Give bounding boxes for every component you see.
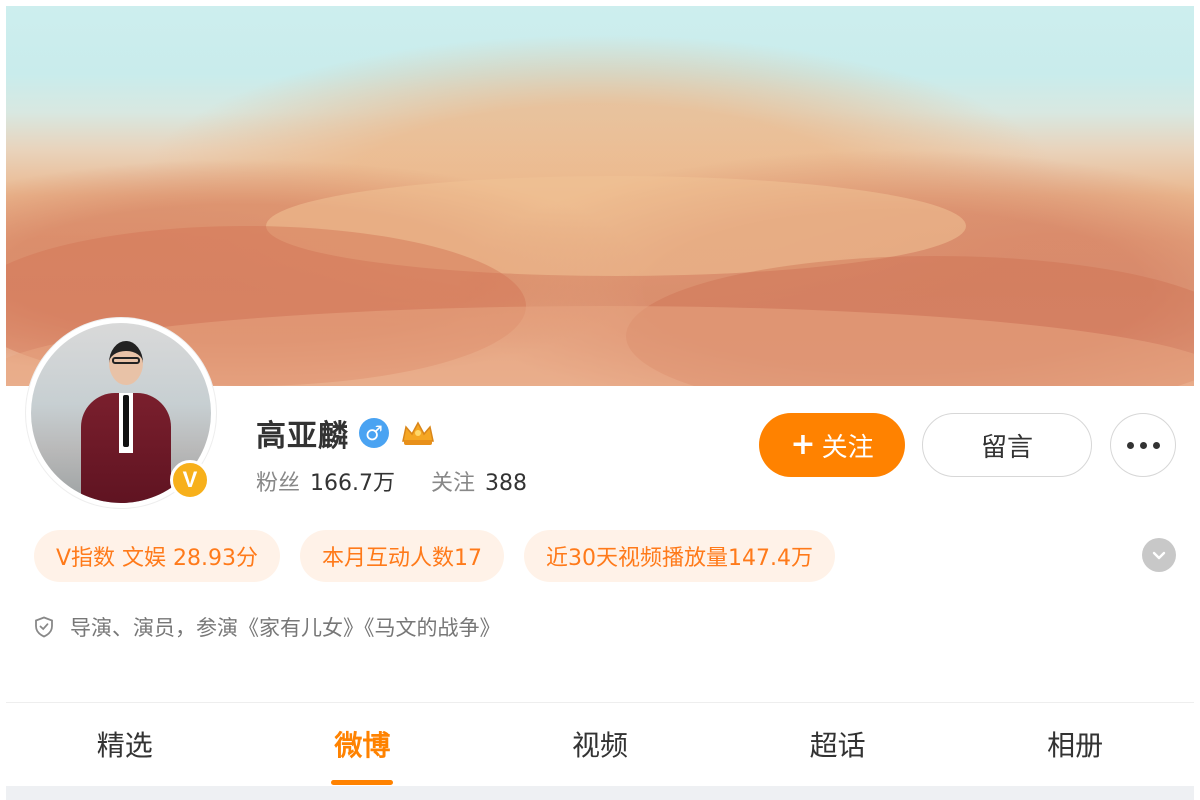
message-button[interactable]: 留言 — [922, 413, 1092, 477]
avatar-tie — [123, 395, 129, 447]
male-icon: ♂ — [359, 418, 389, 448]
following-stat[interactable]: 关注 388 — [431, 465, 527, 497]
more-dot — [1152, 441, 1160, 449]
tab-weibo[interactable]: 微博 — [244, 703, 482, 785]
verified-badge-icon: V — [170, 460, 210, 500]
tag-monthly-interaction[interactable]: 本月互动人数17 — [300, 530, 505, 582]
more-dots-icon[interactable] — [1110, 413, 1176, 477]
follow-button[interactable]: + 关注 — [759, 413, 905, 477]
tab-videos[interactable]: 视频 — [481, 703, 719, 785]
more-dot — [1126, 441, 1134, 449]
tag-v-index[interactable]: V指数 文娱 28.93分 — [34, 530, 281, 582]
following-label: 关注 — [431, 471, 476, 496]
follow-button-label: 关注 — [821, 432, 874, 463]
profile-name: 高亚麟 — [256, 419, 349, 454]
tags-row: V指数 文娱 28.93分 本月互动人数17 近30天视频播放量147.4万 — [34, 530, 836, 582]
fans-count: 166.7万 — [310, 471, 395, 496]
following-count: 388 — [485, 471, 528, 496]
tag-video-views[interactable]: 近30天视频播放量147.4万 — [524, 530, 836, 582]
tab-albums[interactable]: 相册 — [956, 703, 1194, 785]
message-button-label: 留言 — [980, 432, 1033, 463]
shield-icon-graphic — [35, 616, 53, 638]
stats-row: 粉丝 166.7万 关注 388 — [256, 465, 527, 497]
crown-icon — [399, 418, 437, 448]
chevron-down-icon[interactable] — [1142, 538, 1176, 572]
tab-featured[interactable]: 精选 — [6, 703, 244, 785]
shield-icon — [34, 616, 56, 638]
tab-super-topics[interactable]: 超话 — [719, 703, 957, 785]
description-row: 导演、演员，参演《家有儿女》《马文的战争》 — [34, 612, 501, 642]
fans-label: 粉丝 — [256, 471, 301, 496]
crown-icon-graphic — [402, 421, 434, 445]
fans-stat[interactable]: 粉丝 166.7万 — [256, 465, 395, 497]
profile-page: V 高亚麟 ♂ 粉丝 166.7万 关注 388 + 关注 留言 V指数 文娱 … — [0, 0, 1200, 800]
bottom-strip — [6, 786, 1194, 800]
avatar-glasses — [112, 357, 140, 364]
more-dot — [1139, 441, 1147, 449]
chevron-down-icon-graphic — [1152, 551, 1166, 560]
profile-description: 导演、演员，参演《家有儿女》《马文的战争》 — [70, 616, 501, 640]
plus-icon: + — [790, 427, 816, 462]
name-row: 高亚麟 ♂ — [256, 410, 437, 456]
profile-tabs: 精选 微博 视频 超话 相册 — [6, 703, 1194, 785]
